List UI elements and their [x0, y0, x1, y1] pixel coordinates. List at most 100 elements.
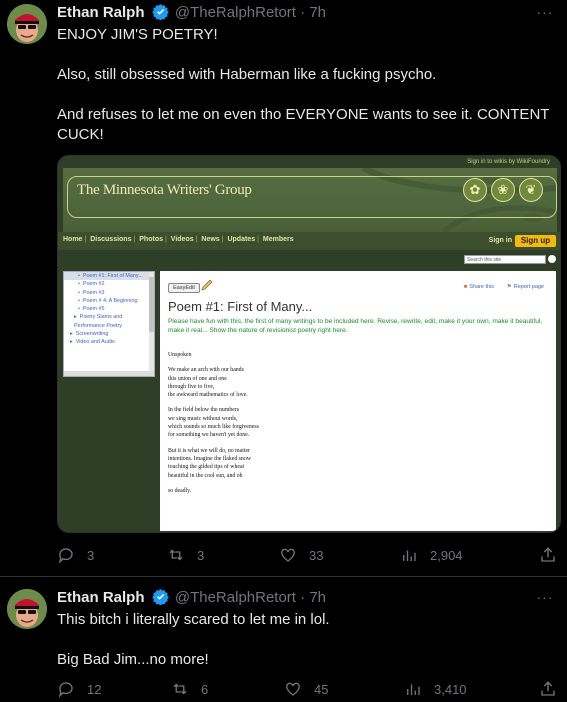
- heart-icon: [281, 548, 295, 562]
- nav-discussions: Discussions: [90, 236, 132, 243]
- separator-dot: ·: [300, 4, 306, 21]
- repost-button[interactable]: 3: [167, 545, 204, 565]
- more-options-icon[interactable]: ···: [535, 5, 555, 25]
- like-button[interactable]: 45: [284, 679, 328, 699]
- poem-line: touching the gilded tips of wheat: [168, 464, 245, 471]
- avatar-image-icon: [7, 4, 47, 44]
- sidebar-item: Poem # 4: A Beginning: [64, 297, 154, 305]
- repost-count: 3: [197, 547, 205, 563]
- sidebar-item: Poetry Slams and Performance Poetry: [64, 313, 154, 330]
- verified-badge-icon: [151, 589, 169, 605]
- views-button[interactable]: 3,410: [404, 679, 467, 699]
- tweet-actions: 12 6 45 3,410: [57, 679, 557, 699]
- wikifoundry-link: Sign in to wikis by WikiFoundry: [467, 159, 550, 165]
- flower-icon: ✿: [463, 178, 487, 202]
- poem-line: beautiful in the cool sun, and oh: [168, 472, 243, 479]
- pencil-icon: [201, 279, 213, 291]
- poem-line: Unspoken: [168, 352, 192, 358]
- heart-icon: [286, 682, 300, 696]
- tweet-line: Big Bad Jim...no more!: [57, 651, 209, 668]
- poem-line: this union of one and one: [168, 375, 227, 382]
- tweet-line: This bitch i literally scared to let me …: [57, 611, 330, 628]
- author-handle[interactable]: @TheRalphRetort: [175, 4, 296, 21]
- views-icon: [403, 550, 416, 561]
- tweet-text: ENJOY JIM'S POETRY! Also, still obsessed…: [57, 25, 557, 145]
- timestamp[interactable]: 7h: [309, 589, 326, 606]
- share-button[interactable]: [539, 545, 557, 565]
- nav-news: News: [201, 236, 220, 243]
- author-name[interactable]: Ethan Ralph: [57, 4, 145, 21]
- nav-photos: Photos: [139, 236, 163, 243]
- views-button[interactable]: 2,904: [400, 545, 463, 565]
- views-icon: [407, 684, 420, 695]
- view-count: 3,410: [434, 681, 467, 697]
- view-count: 2,904: [430, 547, 463, 563]
- nav-home: Home: [63, 236, 83, 243]
- leaf-icon: ❦: [519, 178, 543, 202]
- repost-count: 6: [201, 681, 209, 697]
- poem-body: Unspoken We make an arch with our hands …: [168, 351, 368, 495]
- like-count: 45: [314, 681, 329, 697]
- page-content: EasyEdit Share this Report page Poem #1:…: [160, 271, 556, 531]
- poem-line: for something we haven't yet done.: [168, 432, 250, 439]
- poem-line: the awkward mathematics of love.: [168, 392, 248, 399]
- timestamp[interactable]: 7h: [309, 4, 326, 21]
- share-icon: [541, 681, 555, 696]
- avatar[interactable]: [7, 589, 47, 629]
- share-link: Share this: [464, 284, 494, 290]
- poem-line: We make an arch with our hands: [168, 367, 244, 374]
- sidebar-item: Poem #5: [64, 305, 154, 313]
- easyedit-button: EasyEdit: [168, 283, 200, 293]
- poem-line: so deadly.: [168, 487, 192, 494]
- tweet-2[interactable]: Ethan Ralph @TheRalphRetort · 7h ··· Thi…: [0, 577, 567, 702]
- tweet-1[interactable]: Ethan Ralph @TheRalphRetort · 7h ··· ENJ…: [0, 0, 567, 576]
- tweet-line: Also, still obsessed with Haberman like …: [57, 66, 437, 83]
- tweet-line: ENJOY JIM'S POETRY!: [57, 26, 218, 43]
- reply-count: 3: [87, 547, 95, 563]
- nav-updates: Updates: [227, 236, 256, 243]
- share-icon: [541, 547, 555, 562]
- poem-line: But it is what we will do, no matter: [168, 447, 250, 454]
- avatar[interactable]: [7, 4, 47, 44]
- page-intro: Please have fun with this, the first of …: [168, 318, 543, 334]
- sidebar-item: Poem #1: First of Many...: [64, 272, 154, 281]
- tweet-header: Ethan Ralph @TheRalphRetort · 7h: [57, 3, 326, 23]
- like-count: 33: [309, 547, 324, 563]
- author-name[interactable]: Ethan Ralph: [57, 589, 145, 606]
- repost-button[interactable]: 6: [171, 679, 208, 699]
- avatar-image-icon: [7, 589, 47, 629]
- sidebar-item: Video and Audio: [64, 338, 154, 346]
- more-options-icon[interactable]: ···: [535, 590, 555, 610]
- sidebar-item: Poem #2: [64, 280, 154, 288]
- tweet-actions: 3 3 33 2,904: [57, 545, 557, 565]
- sidebar-hscrollbar: [64, 371, 154, 376]
- report-page-link: Report page: [507, 284, 544, 290]
- nav-members: Members: [262, 236, 294, 243]
- page-title: Poem #1: First of Many...: [168, 299, 313, 314]
- poem-line: through five to five,: [168, 383, 215, 390]
- verified-badge-icon: [151, 4, 169, 20]
- poem-line: In the field below the numbers: [168, 407, 239, 414]
- poem-line: we sing music without words,: [168, 415, 238, 422]
- search-go-icon: [548, 255, 556, 263]
- reply-count: 12: [87, 681, 102, 697]
- reply-button[interactable]: 3: [57, 545, 94, 565]
- reply-button[interactable]: 12: [57, 679, 101, 699]
- repost-icon: [173, 683, 187, 695]
- site-sidebar: Poem #1: First of Many... Poem #2 Poem #…: [63, 271, 155, 377]
- reply-icon: [58, 548, 73, 564]
- share-button[interactable]: [539, 679, 557, 699]
- poem-line: which sounds so much like forgiveness: [168, 424, 259, 431]
- author-handle[interactable]: @TheRalphRetort: [175, 589, 296, 606]
- separator-dot: ·: [300, 589, 306, 606]
- sidebar-scrollbar: [149, 272, 154, 376]
- like-button[interactable]: 33: [279, 545, 323, 565]
- tweet-header: Ethan Ralph @TheRalphRetort · 7h: [57, 588, 326, 608]
- logo-flowers: ✿ ❀ ❦: [463, 178, 543, 202]
- tweet-text: This bitch i literally scared to let me …: [57, 610, 557, 670]
- attached-image[interactable]: Sign in to wikis by WikiFoundry The Minn…: [57, 155, 561, 533]
- site-search-input: Search this site: [464, 255, 546, 264]
- repost-icon: [169, 549, 183, 561]
- reply-icon: [58, 682, 73, 698]
- tweet-line: And refuses to let me on even tho EVERYO…: [57, 106, 550, 143]
